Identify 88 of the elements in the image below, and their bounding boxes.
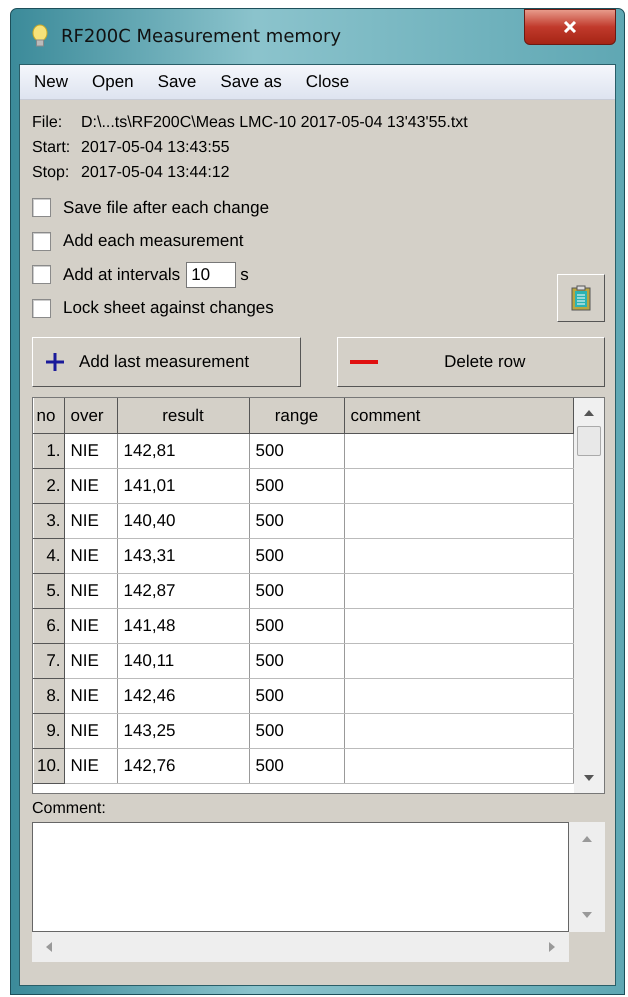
scroll-down-icon — [582, 912, 592, 918]
table-cell: 142,81 — [117, 434, 249, 468]
comment-field[interactable] — [32, 822, 569, 932]
column-header[interactable]: range — [249, 398, 344, 434]
column-header[interactable]: no — [34, 398, 64, 434]
comment-label: Comment: — [32, 800, 107, 818]
column-header[interactable]: result — [117, 398, 249, 434]
table-cell: NIE — [64, 608, 117, 644]
table-cell: 142,46 — [117, 678, 249, 714]
row-header: 3. — [34, 504, 64, 538]
checkbox-label: Save file after each change — [63, 198, 270, 218]
vertical-scrollbar[interactable] — [569, 822, 605, 932]
table-cell: NIE — [64, 538, 117, 574]
info-value: D:\...ts\RF200C\Meas LMC-10 2017-05-04 13'43'55.txt — [81, 113, 468, 133]
table-cell: NIE — [64, 574, 117, 608]
menu-item[interactable]: Open — [86, 72, 144, 92]
table-cell: 500 — [249, 714, 344, 748]
table-cell: 500 — [249, 434, 344, 468]
table-cell: NIE — [64, 678, 117, 714]
row-header: 6. — [34, 608, 64, 644]
table-cell: 500 — [249, 644, 344, 678]
table-cell: 143,25 — [117, 714, 249, 748]
table-cell: NIE — [64, 644, 117, 678]
table-cell: 500 — [249, 748, 344, 784]
info-label: Start: — [32, 138, 72, 158]
row-header: 8. — [34, 678, 64, 714]
table-cell: 142,76 — [117, 748, 249, 784]
table-cell: NIE — [64, 748, 117, 784]
table-cell: 500 — [249, 538, 344, 574]
horizontal-scrollbar[interactable] — [32, 932, 569, 962]
table-cell: NIE — [64, 504, 117, 538]
checkbox-label: Add each measurement — [63, 231, 244, 252]
info-value: 2017-05-04 13:44:12 — [81, 163, 230, 183]
table-cell: 140,40 — [117, 504, 249, 538]
table-cell: 500 — [249, 504, 344, 538]
table-cell: 500 — [249, 608, 344, 644]
row-header: 9. — [34, 714, 64, 748]
menu-item[interactable]: Save — [152, 72, 206, 92]
scroll-left-icon — [46, 942, 52, 952]
row-header: 2. — [34, 468, 64, 504]
scroll-thumb[interactable] — [577, 426, 601, 456]
plus-icon — [45, 352, 65, 372]
clipboard-button[interactable] — [557, 274, 605, 322]
menu-item[interactable]: New — [28, 72, 78, 92]
menu-item[interactable]: Close — [300, 72, 360, 92]
minus-icon — [350, 359, 378, 365]
row-header: 10. — [34, 748, 64, 784]
table-cell: NIE — [64, 714, 117, 748]
interval-field[interactable]: 10 — [186, 262, 236, 288]
info-value: 2017-05-04 13:43:55 — [81, 138, 230, 158]
table-cell: 143,31 — [117, 538, 249, 574]
table-cell: 141,48 — [117, 608, 249, 644]
row-header: 1. — [34, 434, 64, 468]
table-cell: 141,01 — [117, 468, 249, 504]
scroll-down-icon — [584, 775, 594, 781]
clipboard-icon — [570, 285, 592, 311]
row-header: 4. — [34, 538, 64, 574]
info-label: File: — [32, 113, 64, 133]
scroll-up-icon — [584, 410, 594, 416]
table-cell: NIE — [64, 434, 117, 468]
vertical-scrollbar[interactable] — [574, 398, 604, 793]
checkbox-label: Lock sheet against changes — [63, 298, 274, 318]
table-cell: 500 — [249, 574, 344, 608]
row-header: 5. — [34, 574, 64, 608]
table-cell: 500 — [249, 468, 344, 504]
row-header: 7. — [34, 644, 64, 678]
column-header[interactable]: comment — [344, 398, 574, 434]
scroll-up-icon — [582, 836, 592, 842]
checkbox[interactable] — [32, 265, 51, 284]
add-button[interactable]: Add last measurement — [32, 337, 300, 387]
unit-label: s — [240, 264, 249, 285]
close-button[interactable] — [524, 9, 616, 45]
table-cell: 140,11 — [117, 644, 249, 678]
table-cell: 142,87 — [117, 574, 249, 608]
close-icon — [563, 21, 577, 33]
lightbulb-icon — [31, 24, 49, 50]
checkbox[interactable] — [32, 232, 51, 251]
checkbox-label: Add at intervals — [63, 264, 180, 285]
scroll-right-icon — [549, 942, 555, 952]
info-label: Stop: — [32, 163, 70, 183]
column-header[interactable]: over — [64, 398, 117, 434]
checkbox[interactable] — [32, 298, 51, 318]
delete-button[interactable]: Delete row — [336, 337, 605, 387]
table-cell: NIE — [64, 468, 117, 504]
checkbox[interactable] — [32, 198, 51, 218]
window-title: RF200C Measurement memory — [61, 26, 342, 47]
table-cell: 500 — [249, 678, 344, 714]
menu-item[interactable]: Save as — [214, 72, 292, 92]
